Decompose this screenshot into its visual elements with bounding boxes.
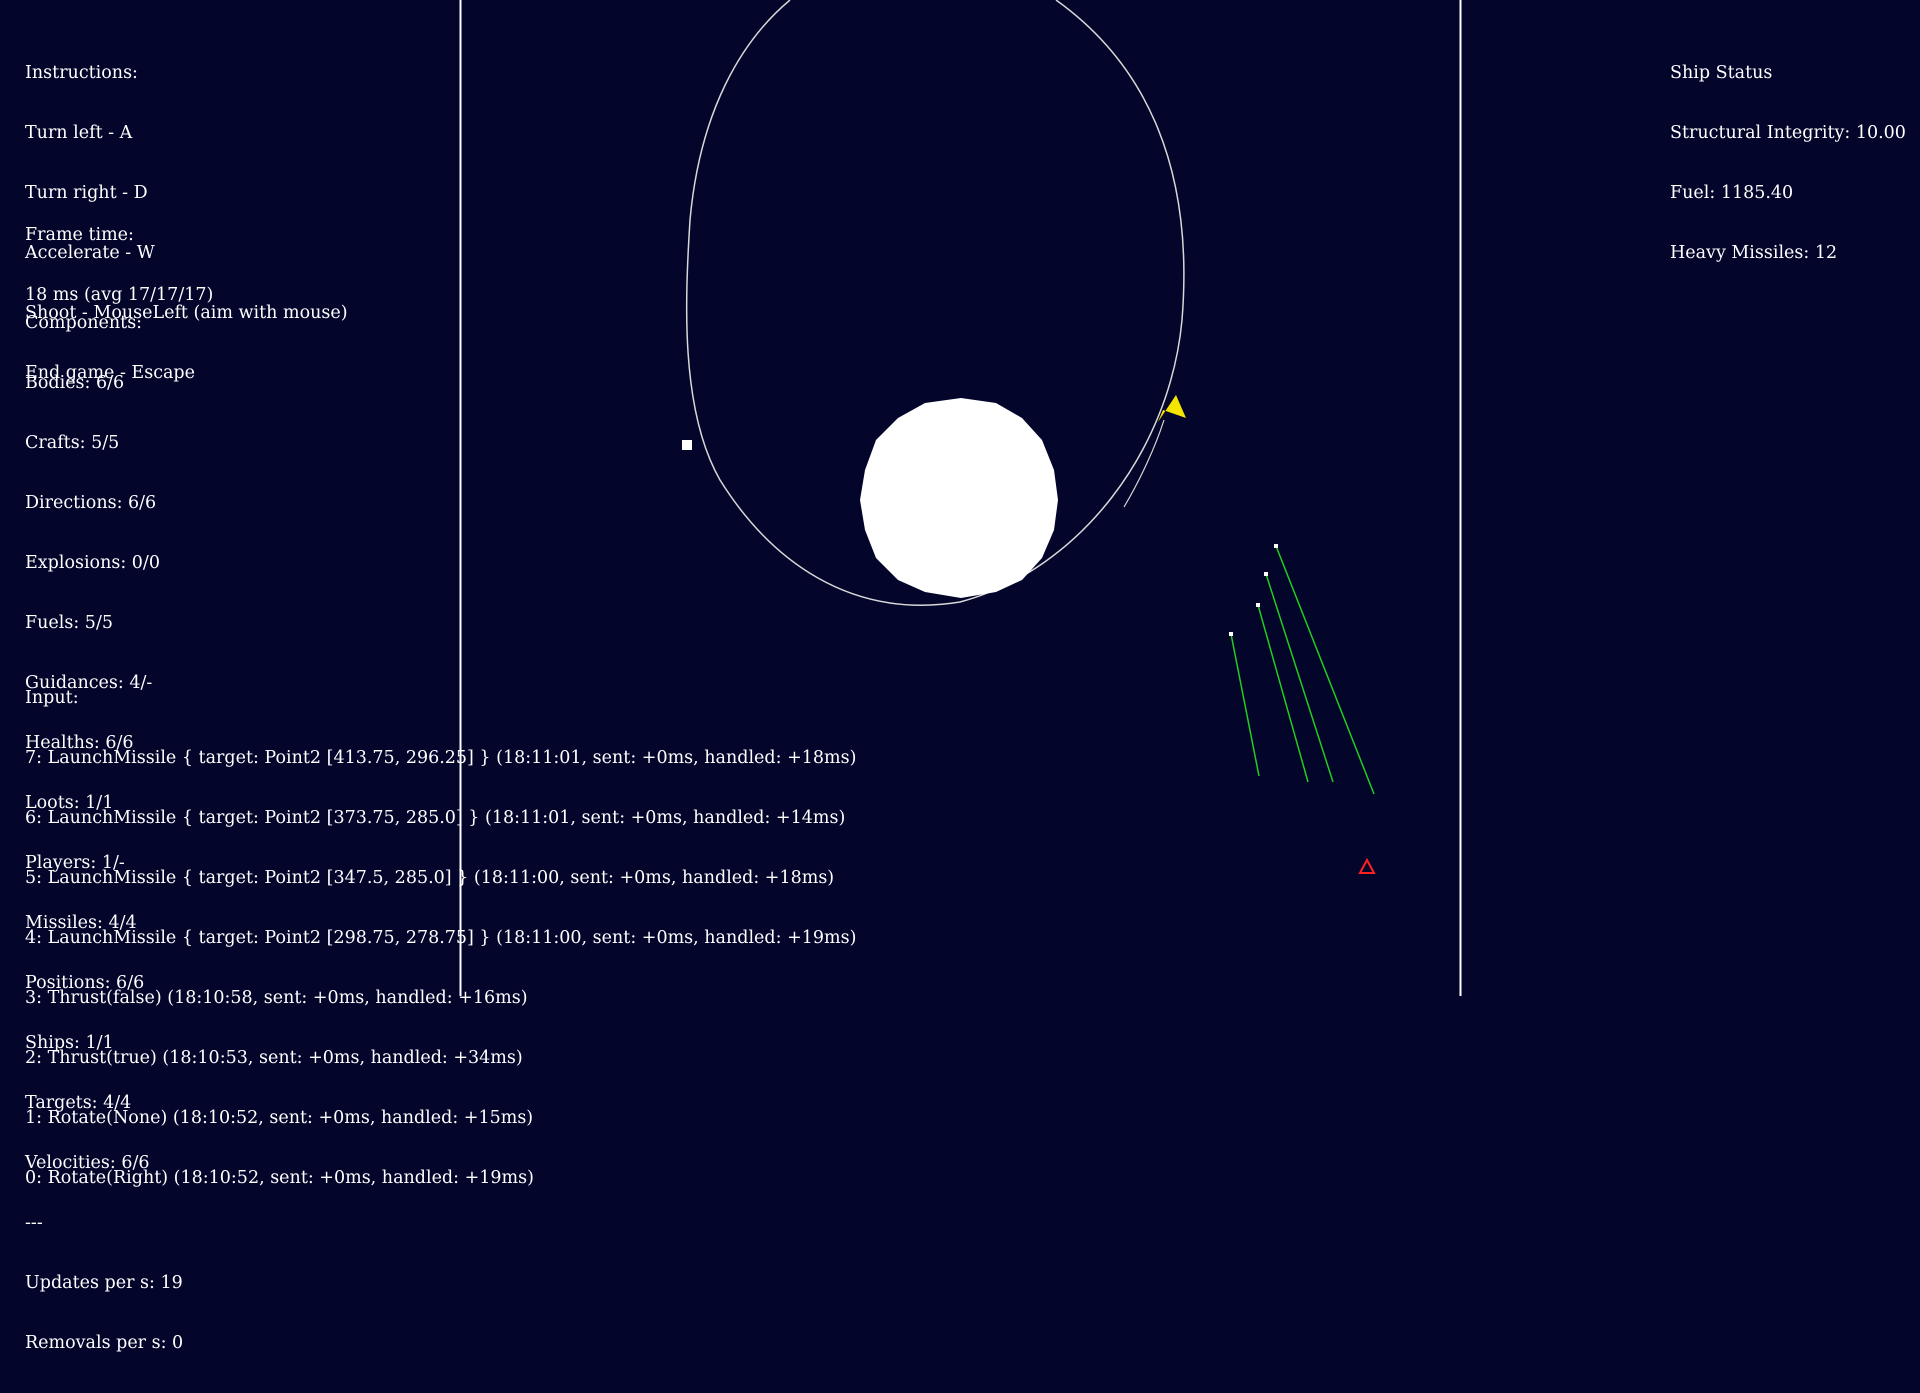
missile [1256,603,1260,607]
input-log-entry: 4: LaunchMissile { target: Point2 [298.7… [25,928,857,948]
instruction-line: Turn left - A [25,123,133,143]
frame-time-title: Frame time: [25,225,134,245]
component-stat: Crafts: 5/5 [25,433,120,453]
input-log-entry: 7: LaunchMissile { target: Point2 [413.7… [25,748,857,768]
input-log-entry: 1: Rotate(None) (18:10:52, sent: +0ms, h… [25,1108,534,1128]
component-stat: Explosions: 0/0 [25,553,160,573]
instructions-title: Instructions: [25,63,138,83]
planet [860,398,1058,598]
removals-per-second: Removals per s: 0 [25,1333,184,1353]
ship-status-title: Ship Status [1670,63,1773,83]
input-log-entry: 6: LaunchMissile { target: Point2 [373.7… [25,808,846,828]
updates-per-second: Updates per s: 19 [25,1273,183,1293]
heavy-missiles-count: Heavy Missiles: 12 [1670,243,1838,263]
game-viewport[interactable]: Instructions: Turn left - A Turn right -… [0,0,1920,1353]
component-stat: Fuels: 5/5 [25,613,113,633]
component-stat: Directions: 6/6 [25,493,157,513]
missile [1264,572,1268,576]
structural-integrity: Structural Integrity: 10.00 [1670,123,1906,143]
loot-pickup[interactable] [682,440,692,450]
input-log-entry: 3: Thrust(false) (18:10:58, sent: +0ms, … [25,988,528,1008]
input-log-entry: 2: Thrust(true) (18:10:53, sent: +0ms, h… [25,1048,523,1068]
components-title: Components: [25,313,143,333]
fuel-level: Fuel: 1185.40 [1670,183,1794,203]
input-log-panel: Input: 7: LaunchMissile { target: Point2… [25,648,856,1228]
input-log-title: Input: [25,688,79,708]
missile [1229,632,1233,636]
input-log-entry: 0: Rotate(Right) (18:10:52, sent: +0ms, … [25,1168,534,1188]
input-log-entry: 5: LaunchMissile { target: Point2 [347.5… [25,868,835,888]
component-stat: Bodies: 6/6 [25,373,125,393]
ship-status-panel: Ship Status Structural Integrity: 10.00 … [1670,23,1906,303]
missile [1274,544,1278,548]
